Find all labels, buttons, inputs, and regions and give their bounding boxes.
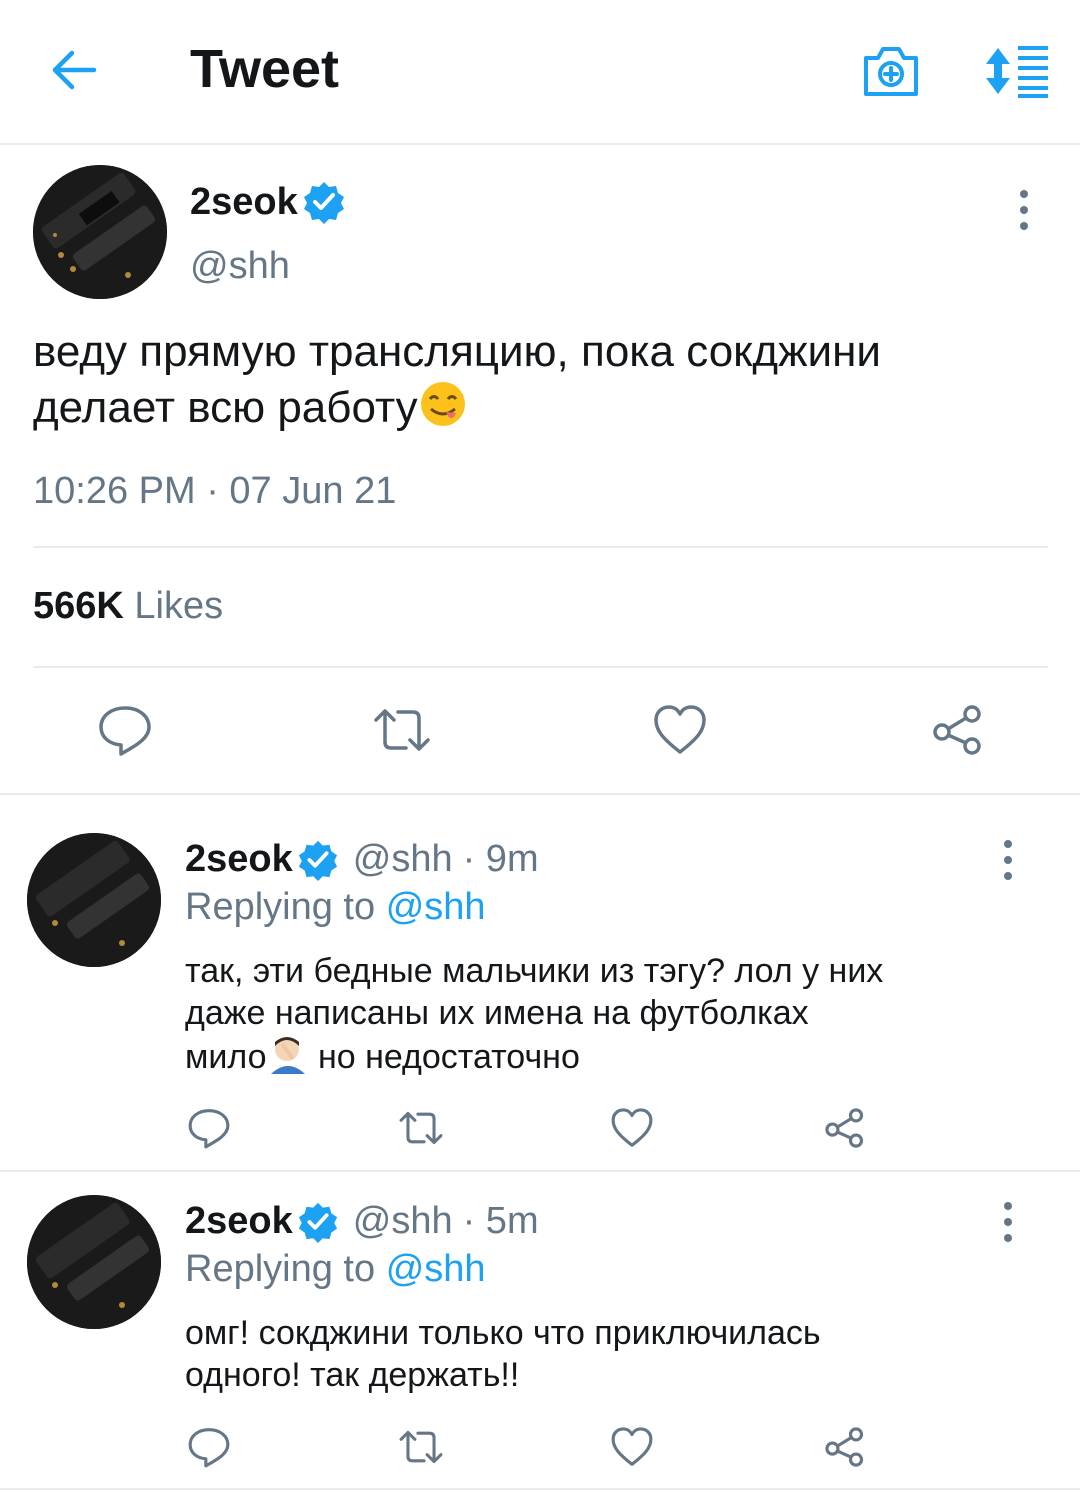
section-divider xyxy=(0,1488,1080,1490)
retweet-icon xyxy=(374,709,430,751)
share-icon xyxy=(825,1427,864,1467)
facepalm-emoji xyxy=(267,1034,309,1084)
more-vertical-icon xyxy=(1020,190,1028,230)
avatar-image xyxy=(33,165,167,299)
reply-author-handle[interactable]: @shh xyxy=(353,1200,453,1243)
camera-icon xyxy=(864,47,918,96)
divider xyxy=(33,666,1048,668)
more-vertical-icon xyxy=(1004,1202,1012,1242)
verified-badge-icon xyxy=(298,840,337,881)
top-bar: Tweet xyxy=(0,0,1080,145)
retweet-icon xyxy=(399,1430,443,1464)
avatar[interactable] xyxy=(33,165,167,299)
arrow-left-icon xyxy=(52,50,97,90)
section-divider xyxy=(0,793,1080,795)
like-button[interactable] xyxy=(652,702,708,758)
reply-header: 2seok @shh · 9m xyxy=(185,838,539,881)
like-icon xyxy=(654,705,706,754)
author-name[interactable]: 2seok xyxy=(190,181,298,224)
replying-prefix: Replying to xyxy=(185,886,376,928)
more-options-button[interactable] xyxy=(998,1200,1018,1244)
like-button[interactable] xyxy=(610,1106,654,1150)
reply-text: омг! сокджини только что приключилась од… xyxy=(185,1312,1005,1396)
reply-author-handle[interactable]: @shh xyxy=(353,838,453,881)
retweet-icon xyxy=(399,1111,443,1145)
reply-author-name[interactable]: 2seok xyxy=(185,1200,293,1243)
share-button[interactable] xyxy=(823,1106,867,1150)
replying-to-link[interactable]: @shh xyxy=(386,886,486,928)
likes-count: 566K xyxy=(33,585,124,627)
share-icon xyxy=(825,1108,864,1148)
reply-author-name[interactable]: 2seok xyxy=(185,838,293,881)
reply-text-fragment: но недостаточно xyxy=(308,1037,580,1076)
reply-button[interactable] xyxy=(187,1106,231,1150)
reply-time: · 9m xyxy=(462,838,539,880)
reply-text-line: одного! так держать!! xyxy=(185,1356,520,1394)
likes-label: Likes xyxy=(134,585,224,627)
section-divider xyxy=(0,1170,1080,1172)
reply-time: · 5m xyxy=(462,1200,539,1242)
camera-button[interactable] xyxy=(860,40,922,102)
page-title: Tweet xyxy=(190,39,340,99)
like-button[interactable] xyxy=(610,1425,654,1469)
author-name-row: 2seok xyxy=(190,180,346,224)
replying-to-link[interactable]: @shh xyxy=(386,1248,486,1290)
replying-to: Replying to @shh xyxy=(185,886,486,929)
tweet-text: веду прямую трансляцию, пока сокджини де… xyxy=(33,325,1033,442)
author-handle[interactable]: @shh xyxy=(190,245,290,288)
reply-text-line: мило но недостаточно xyxy=(185,1034,1005,1084)
sort-list-icon xyxy=(986,46,1048,98)
reply-avatar[interactable] xyxy=(27,833,161,967)
verified-badge-icon xyxy=(303,182,344,224)
reply-icon xyxy=(188,1428,230,1468)
reply-text-line: даже написаны их имена на футболках xyxy=(185,994,809,1032)
avatar-image xyxy=(27,833,161,967)
avatar-image xyxy=(27,1195,161,1329)
reply-icon xyxy=(188,1109,230,1149)
back-button[interactable] xyxy=(48,44,100,96)
share-icon xyxy=(933,705,981,755)
retweet-button[interactable] xyxy=(398,1106,443,1150)
more-options-button[interactable] xyxy=(1014,188,1034,232)
like-icon xyxy=(611,1427,653,1466)
more-options-button[interactable] xyxy=(998,838,1018,882)
reply-text-fragment: мило xyxy=(185,1037,267,1076)
retweet-button[interactable] xyxy=(372,702,430,758)
reply-icon xyxy=(99,706,151,756)
yum-emoji xyxy=(418,379,468,442)
reply-button[interactable] xyxy=(97,702,153,758)
reply-header: 2seok @shh · 5m xyxy=(185,1200,539,1243)
replying-to: Replying to @shh xyxy=(185,1248,486,1291)
share-button[interactable] xyxy=(823,1425,867,1469)
sort-button[interactable] xyxy=(982,42,1052,100)
share-button[interactable] xyxy=(930,702,986,758)
like-icon xyxy=(611,1108,653,1147)
verified-badge-icon xyxy=(298,1202,337,1243)
reply-avatar[interactable] xyxy=(27,1195,161,1329)
likes-summary[interactable]: 566K Likes xyxy=(33,585,223,628)
replying-prefix: Replying to xyxy=(185,1248,376,1290)
reply-button[interactable] xyxy=(187,1425,231,1469)
reply-text: так, эти бедные мальчики из тэгу? лол у … xyxy=(185,950,1005,1084)
reply-text-line: так, эти бедные мальчики из тэгу? лол у … xyxy=(185,952,884,990)
more-vertical-icon xyxy=(1004,840,1012,880)
retweet-button[interactable] xyxy=(398,1425,443,1469)
reply-text-line: омг! сокджини только что приключилась xyxy=(185,1314,821,1352)
divider xyxy=(33,546,1048,548)
tweet-timestamp: 10:26 PM · 07 Jun 21 xyxy=(33,470,397,512)
